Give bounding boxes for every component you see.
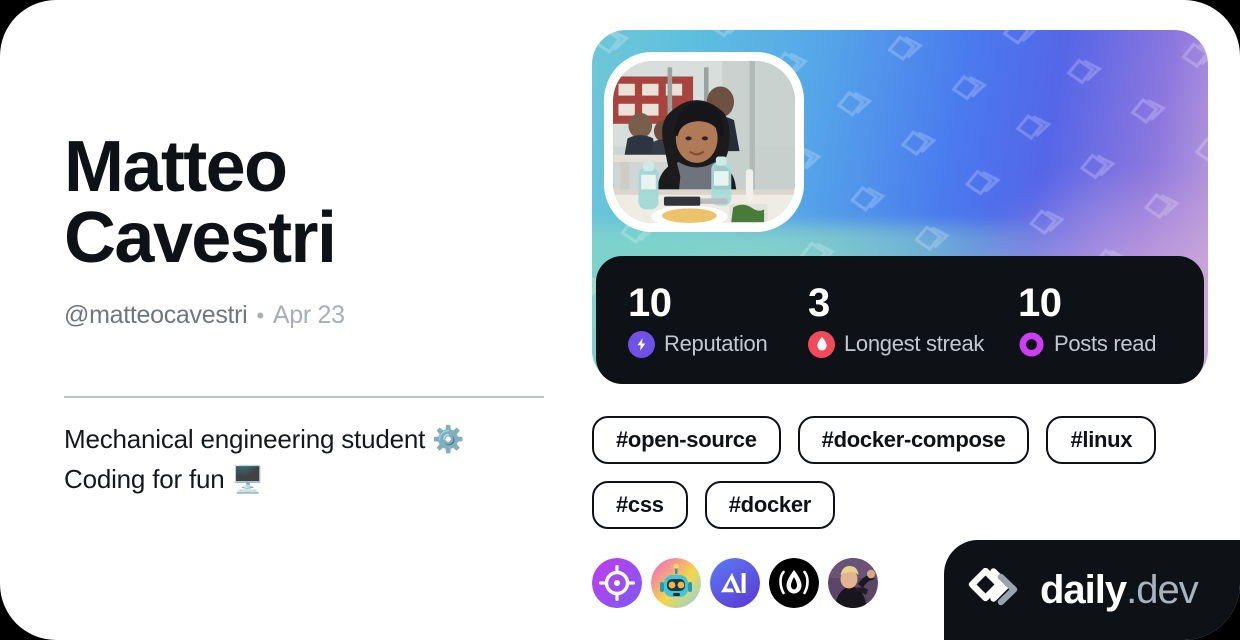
separator-dot: • (256, 303, 264, 329)
profile-card: Matteo Cavestri @matteocavestri • Apr 23… (0, 0, 1240, 640)
source-avatar-list (592, 558, 878, 608)
source-avatar-flame[interactable] (769, 558, 819, 608)
source-avatar-crosshair[interactable] (592, 558, 642, 608)
flame-circle-icon (769, 558, 819, 608)
stat-label: Reputation (664, 331, 768, 356)
source-avatar-robot[interactable] (651, 558, 701, 608)
identity-block: Matteo Cavestri @matteocavestri • Apr 23 (64, 127, 564, 330)
daily-dev-badge: daily.dev (944, 540, 1240, 640)
daily-dev-logo-icon (968, 568, 1018, 606)
stat-value: 10 (628, 280, 672, 325)
brand-tld: .dev (1126, 568, 1199, 612)
flame-icon (808, 330, 835, 358)
stat-label: Posts read (1054, 331, 1157, 356)
stat-label-row: Longest streak (808, 330, 1018, 358)
tag-open-source[interactable]: #open-source (592, 416, 781, 464)
joined-date: Apr 23 (272, 301, 345, 330)
tag-css[interactable]: #css (592, 481, 688, 529)
avatar-frame (604, 52, 804, 232)
ring-icon (1018, 331, 1045, 358)
tag-list: #open-source #docker-compose #linux #css… (592, 416, 1192, 529)
divider (64, 396, 544, 398)
stat-value: 10 (1018, 280, 1062, 325)
source-avatar-ai[interactable] (710, 558, 760, 608)
user-handle: @matteocavestri (64, 301, 248, 330)
stat-reputation: 10 Reputation (628, 283, 808, 358)
bolt-icon (628, 330, 655, 358)
stat-label-row: Reputation (628, 330, 808, 358)
stat-value: 3 (808, 280, 830, 325)
brand-wordmark: daily.dev (1040, 568, 1199, 612)
robot-icon (651, 558, 701, 608)
person-photo-icon (828, 558, 878, 608)
crosshair-icon (592, 558, 642, 608)
tag-docker[interactable]: #docker (704, 481, 836, 529)
avatar-photo (613, 61, 795, 223)
tag-docker-compose[interactable]: #docker-compose (797, 416, 1030, 464)
user-bio: Mechanical engineering student ⚙️ Coding… (64, 424, 465, 494)
ai-triangle-icon (710, 558, 760, 608)
stat-posts-read: 10 Posts read (1018, 283, 1156, 358)
tag-linux[interactable]: #linux (1046, 416, 1157, 464)
page-title: Matteo Cavestri (64, 127, 337, 278)
avatar (613, 61, 795, 223)
handle-row: @matteocavestri • Apr 23 (64, 301, 564, 330)
stat-label: Longest streak (844, 331, 985, 356)
stat-label-row: Posts read (1018, 331, 1156, 358)
stat-longest-streak: 3 Longest streak (808, 283, 1018, 358)
stats-bar: 10 Reputation 3 Longest streak 10 Posts … (596, 256, 1204, 384)
brand-name: daily (1040, 568, 1127, 612)
source-avatar-person[interactable] (828, 558, 878, 608)
